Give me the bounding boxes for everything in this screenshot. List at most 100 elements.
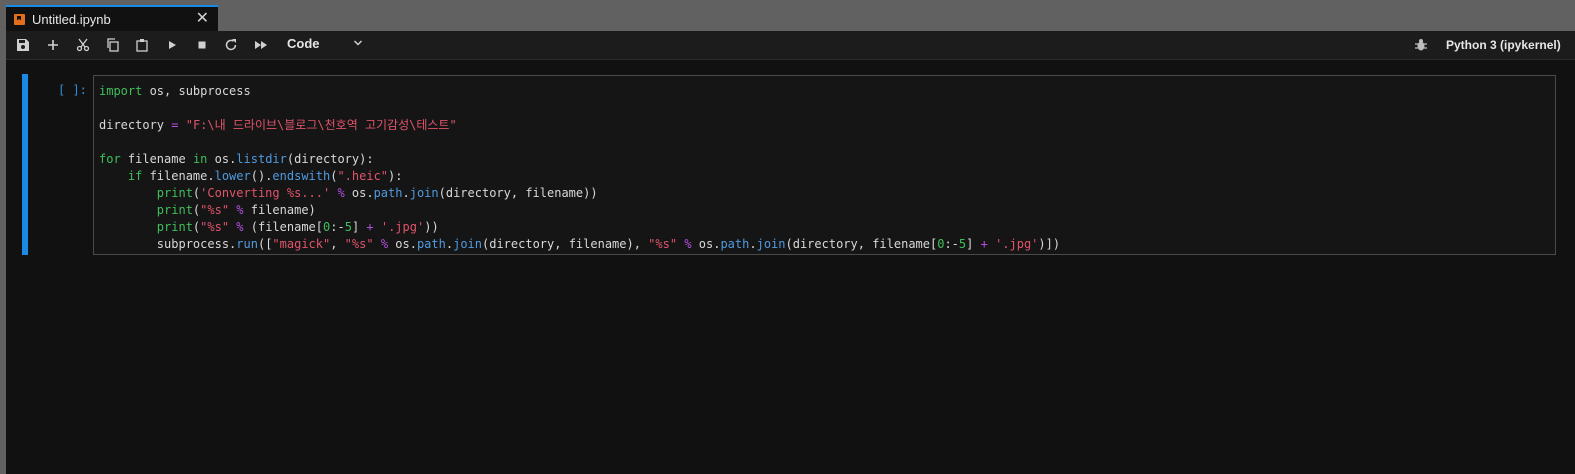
cut-icon[interactable] bbox=[74, 36, 92, 54]
code-token: in bbox=[192, 152, 208, 166]
notebook-icon bbox=[14, 13, 25, 25]
code-token: % bbox=[380, 237, 389, 251]
code-token: :- bbox=[944, 237, 959, 251]
stop-icon[interactable] bbox=[193, 36, 211, 54]
code-token: join bbox=[453, 237, 482, 251]
code-token: filename. bbox=[142, 169, 215, 183]
code-token: . bbox=[749, 237, 757, 251]
code-token: "%s" bbox=[648, 237, 678, 251]
tab-title: Untitled.ipynb bbox=[32, 11, 111, 27]
code-token: path bbox=[720, 237, 750, 251]
code-token: 'Converting %s...' bbox=[200, 186, 331, 200]
code-token: % bbox=[236, 203, 244, 217]
bug-icon[interactable] bbox=[1414, 38, 1428, 52]
restart-icon[interactable] bbox=[222, 36, 240, 54]
code-token: (). bbox=[250, 169, 273, 183]
code-token: if bbox=[127, 169, 143, 183]
code-token: , bbox=[330, 237, 345, 251]
code-token: + bbox=[980, 237, 988, 251]
code-token: listdir bbox=[236, 152, 287, 166]
code-token: :- bbox=[330, 220, 345, 234]
code-token: . bbox=[445, 237, 454, 251]
code-token: directory bbox=[99, 118, 172, 132]
input-prompt: [ ]: bbox=[58, 83, 87, 97]
code-token: )) bbox=[424, 220, 439, 234]
code-token: lower bbox=[214, 169, 251, 183]
code-token: path bbox=[416, 237, 446, 251]
close-icon[interactable]: ✕ bbox=[196, 11, 209, 27]
code-token: print bbox=[156, 220, 193, 234]
code-token: os, subprocess bbox=[142, 84, 251, 98]
run-icon[interactable] bbox=[163, 36, 181, 54]
code-token: join bbox=[756, 237, 786, 251]
chevron-down-icon bbox=[353, 40, 363, 46]
code-token: os. bbox=[207, 152, 237, 166]
code-line: import os, subprocess bbox=[99, 83, 1060, 100]
code-token: "magick" bbox=[272, 237, 331, 251]
code-token: subprocess. bbox=[99, 237, 237, 251]
code-line: directory = "F:\내 드라이브\블로그\천호역 고기감성\테스트" bbox=[99, 117, 1060, 134]
code-token: join bbox=[409, 186, 439, 200]
code-line: subprocess.run(["magick", "%s" % os.path… bbox=[99, 236, 1060, 253]
code-token: (directory): bbox=[286, 152, 374, 166]
code-content[interactable]: import os, subprocess directory = "F:\내 … bbox=[99, 83, 1060, 253]
code-token: "%s" bbox=[344, 237, 374, 251]
code-token: filename bbox=[120, 152, 193, 166]
code-token: for bbox=[99, 152, 121, 166]
copy-icon[interactable] bbox=[104, 36, 122, 54]
code-token: ".heic" bbox=[337, 169, 389, 183]
code-token: import bbox=[99, 84, 143, 98]
save-icon[interactable] bbox=[14, 36, 32, 54]
code-line: for filename in os.listdir(directory): bbox=[99, 151, 1060, 168]
notebook-tab[interactable]: Untitled.ipynb ✕ bbox=[6, 5, 218, 31]
code-line: print("%s" % filename) bbox=[99, 202, 1060, 219]
kernel-name[interactable]: Python 3 (ipykernel) bbox=[1446, 38, 1561, 52]
code-line: print("%s" % (filename[0:-5] + '.jpg')) bbox=[99, 219, 1060, 236]
code-editor[interactable]: import os, subprocess directory = "F:\내 … bbox=[93, 75, 1556, 255]
code-token: . bbox=[402, 186, 410, 200]
code-line: print('Converting %s...' % os.path.join(… bbox=[99, 185, 1060, 202]
code-token: endswith bbox=[272, 169, 331, 183]
code-token: ([ bbox=[257, 237, 273, 251]
code-token: ] bbox=[351, 220, 367, 234]
code-token: print bbox=[156, 186, 193, 200]
code-token: % bbox=[337, 186, 345, 200]
add-icon[interactable] bbox=[44, 36, 62, 54]
code-token: (directory, filename)) bbox=[438, 186, 598, 200]
code-line: if filename.lower().endswith(".heic"): bbox=[99, 168, 1060, 185]
cell-type-label: Code bbox=[287, 36, 320, 51]
code-token: os. bbox=[388, 237, 417, 251]
code-token: + bbox=[366, 220, 374, 234]
code-token: % bbox=[236, 220, 244, 234]
code-token: (directory, filename[ bbox=[785, 237, 938, 251]
code-token: % bbox=[684, 237, 692, 251]
code-token: filename) bbox=[243, 203, 316, 217]
code-token: "%s" bbox=[200, 203, 230, 217]
code-token: os. bbox=[691, 237, 721, 251]
code-token: '.jpg' bbox=[995, 237, 1039, 251]
code-token: print bbox=[156, 203, 193, 217]
run-all-icon[interactable] bbox=[252, 36, 270, 54]
code-token: "F:\내 드라이브\블로그\천호역 고기감성\테스트" bbox=[185, 118, 457, 132]
code-token: ): bbox=[388, 169, 403, 183]
tab-bar bbox=[0, 0, 1575, 31]
code-token: ] bbox=[966, 237, 981, 251]
code-token: (directory, filename), bbox=[482, 237, 649, 251]
left-panel-strip bbox=[0, 0, 6, 474]
active-cell-indicator[interactable] bbox=[22, 74, 28, 255]
code-token: 5 bbox=[344, 220, 352, 234]
code-token: os. bbox=[344, 186, 374, 200]
cell-type-dropdown[interactable]: Code bbox=[287, 36, 367, 54]
code-token: path bbox=[373, 186, 403, 200]
paste-icon[interactable] bbox=[133, 36, 151, 54]
